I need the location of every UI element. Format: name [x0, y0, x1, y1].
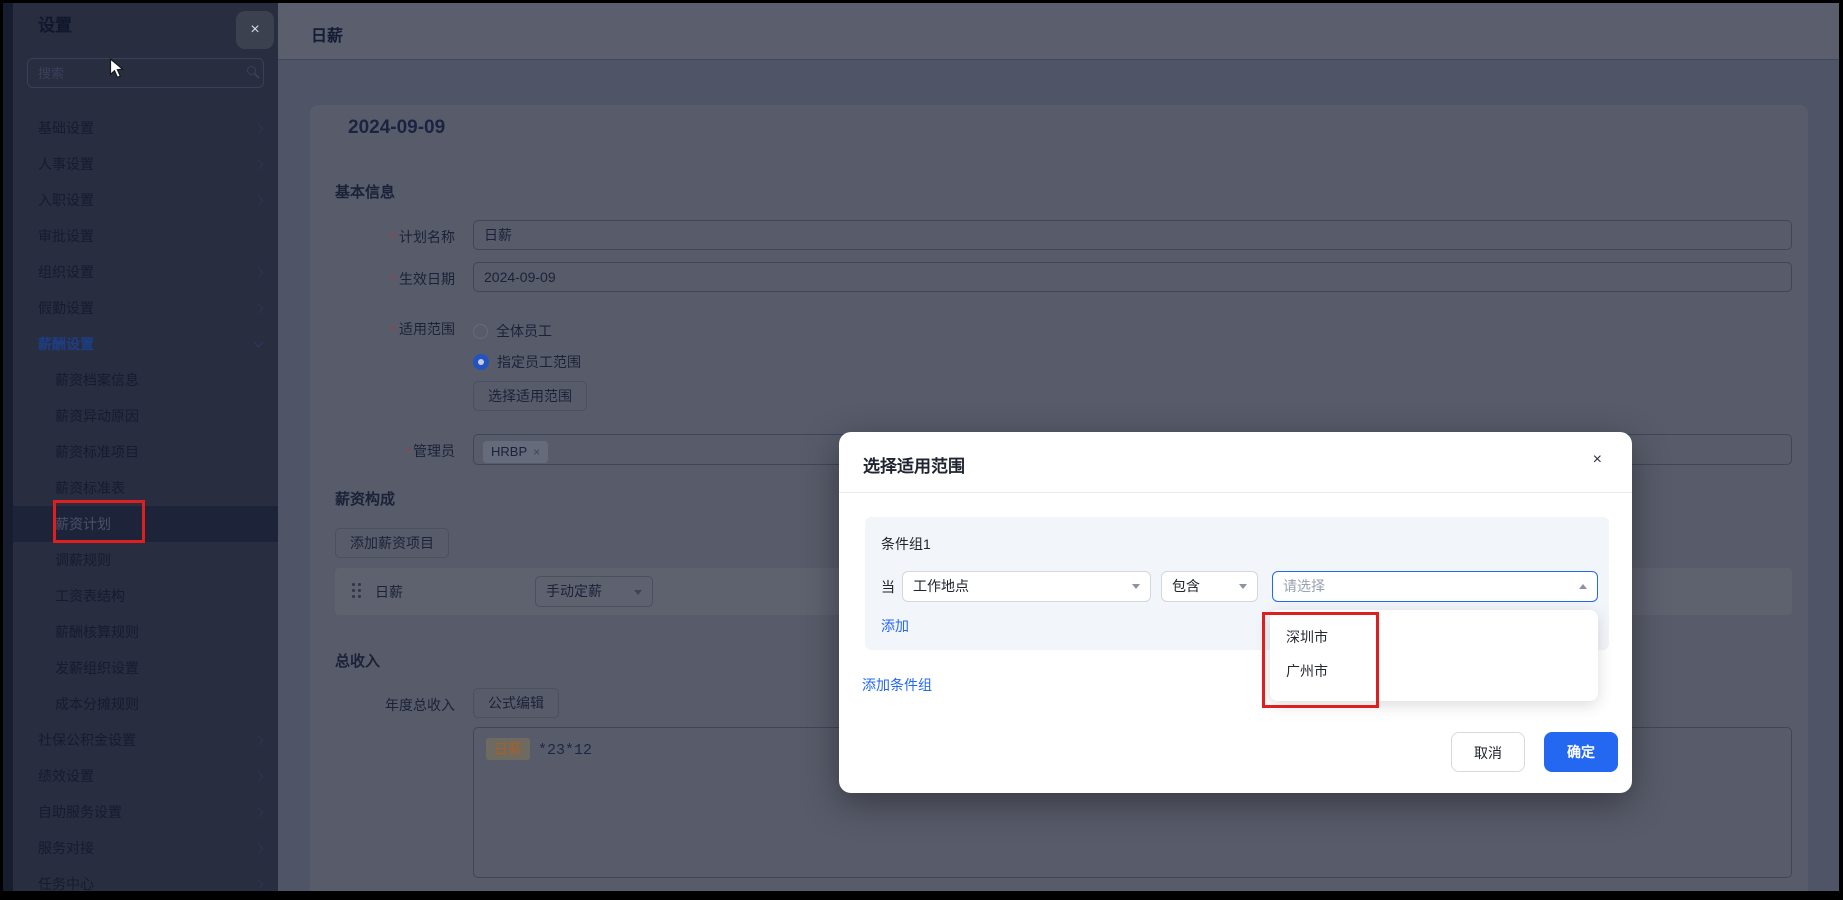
annotation-box-city-options: [1262, 612, 1379, 708]
submenu-item-salary-adjustment-rule[interactable]: 调薪规则: [13, 542, 278, 578]
form-row-scope: * 适用范围 全体员工 指定员工范围 选择适用范围: [335, 319, 1792, 411]
submenu-item-payroll-structure[interactable]: 工资表结构: [13, 578, 278, 614]
sidebar-item-onboarding-settings[interactable]: 入职设置: [13, 182, 278, 218]
admin-label: * 管理员: [404, 443, 455, 459]
chevron-right-icon: [253, 195, 264, 206]
salary-item-name: 日薪: [375, 584, 403, 600]
formula-edit-button[interactable]: 公式编辑: [473, 688, 559, 718]
settings-sidebar: 设置 × 基础设置 人事设置 入职设置 审批设置: [13, 3, 278, 891]
annual-total-label: 年度总收入: [385, 697, 455, 713]
dialog-title: 选择适用范围: [863, 457, 965, 476]
chevron-right-icon: [253, 267, 264, 278]
sidebar-item-org-settings[interactable]: 组织设置: [13, 254, 278, 290]
drag-handle-icon[interactable]: [352, 583, 355, 586]
form-row-effective-date: * 生效日期 2024-09-09: [335, 262, 1792, 292]
effective-date-label: * 生效日期: [390, 271, 455, 287]
plan-version-date: 2024-09-09: [348, 117, 446, 138]
mouse-cursor: [109, 57, 127, 85]
required-mark: *: [390, 229, 396, 245]
chevron-down-icon: [1132, 584, 1140, 589]
dialog-header-divider: [839, 492, 1632, 493]
section-total-income: 总收入: [335, 653, 381, 670]
sidebar-item-self-service-settings[interactable]: 自助服务设置: [13, 794, 278, 830]
tag-remove-icon[interactable]: ×: [533, 445, 540, 459]
required-mark: *: [404, 443, 410, 459]
cancel-button[interactable]: 取消: [1451, 732, 1525, 772]
scope-label: * 适用范围: [390, 321, 455, 337]
effective-date-input[interactable]: 2024-09-09: [473, 262, 1792, 292]
workspace: 设置 × 基础设置 人事设置 入职设置 审批设置: [3, 3, 1839, 891]
sidebar-item-compensation-settings[interactable]: 薪酬设置: [13, 326, 278, 362]
condition-group-title: 条件组1: [881, 536, 931, 552]
sidebar-item-task-center[interactable]: 任务中心: [13, 866, 278, 891]
chevron-right-icon: [253, 807, 264, 818]
when-label: 当: [881, 579, 895, 595]
submenu-item-cost-allocation-rule[interactable]: 成本分摊规则: [13, 686, 278, 722]
chevron-right-icon: [253, 843, 264, 854]
submenu-item-salary-change-reason[interactable]: 薪资异动原因: [13, 398, 278, 434]
section-basic-info: 基本信息: [335, 184, 396, 201]
search-input[interactable]: [27, 58, 264, 88]
sidebar-item-approval-settings[interactable]: 审批设置: [13, 218, 278, 254]
page-header: 日薪: [278, 3, 1839, 60]
scope-option-all[interactable]: 全体员工: [473, 319, 1792, 343]
scope-option-specified[interactable]: 指定员工范围: [473, 350, 1792, 374]
section-composition: 薪资构成: [335, 491, 396, 508]
page-title: 日薪: [311, 28, 344, 45]
add-salary-item-button[interactable]: 添加薪资项目: [335, 528, 449, 558]
chevron-right-icon: [253, 159, 264, 170]
chevron-up-icon: [1579, 584, 1587, 589]
plan-name-input[interactable]: 日薪: [473, 220, 1792, 250]
dialog-close-icon[interactable]: ×: [1593, 451, 1602, 469]
submenu-item-compensation-calc-rule[interactable]: 薪酬核算规则: [13, 614, 278, 650]
formula-expression: *23*12: [538, 742, 593, 759]
sidebar-item-performance-settings[interactable]: 绩效设置: [13, 758, 278, 794]
sidebar-item-attendance-settings[interactable]: 假勤设置: [13, 290, 278, 326]
annotation-box-salary-plan: [53, 500, 145, 543]
add-condition-link[interactable]: 添加: [881, 616, 909, 636]
admin-tag-hrbp: HRBP ×: [483, 441, 549, 463]
chevron-down-icon: [1239, 584, 1247, 589]
form-row-plan-name: * 计划名称 日薪: [335, 220, 1792, 250]
chevron-right-icon: [253, 123, 264, 134]
formula-item-tag: 日薪: [486, 738, 530, 760]
radio-unselected-icon[interactable]: [473, 324, 488, 339]
chevron-right-icon: [253, 735, 264, 746]
condition-operator-select[interactable]: 包含: [1161, 571, 1258, 602]
salary-mode-select[interactable]: 手动定薪: [535, 576, 653, 607]
submenu-item-salary-standard-item[interactable]: 薪资标准项目: [13, 434, 278, 470]
sidebar-item-social-insurance-settings[interactable]: 社保公积金设置: [13, 722, 278, 758]
left-edge-strip: [3, 3, 13, 891]
plan-name-label: * 计划名称: [390, 229, 455, 245]
sidebar-item-basic-settings[interactable]: 基础设置: [13, 110, 278, 146]
radio-selected-icon[interactable]: [473, 354, 489, 370]
sidebar-title: 设置: [38, 16, 72, 35]
submenu-item-payroll-org-settings[interactable]: 发薪组织设置: [13, 650, 278, 686]
chevron-right-icon: [253, 303, 264, 314]
required-mark: *: [390, 321, 396, 337]
select-scope-button[interactable]: 选择适用范围: [473, 381, 587, 411]
add-condition-group-link[interactable]: 添加条件组: [862, 675, 932, 695]
sidebar-close-button[interactable]: ×: [236, 11, 274, 49]
required-mark: *: [390, 271, 396, 287]
condition-value-select[interactable]: 请选择: [1272, 571, 1598, 602]
condition-field-select[interactable]: 工作地点: [902, 571, 1151, 602]
chevron-right-icon: [253, 771, 264, 782]
confirm-button[interactable]: 确定: [1544, 732, 1618, 772]
chevron-down-icon: [253, 337, 264, 348]
sidebar-item-service-integration[interactable]: 服务对接: [13, 830, 278, 866]
search-icon: [247, 66, 256, 75]
chevron-down-icon: [634, 590, 642, 595]
chevron-right-icon: [253, 879, 264, 890]
app-window: 设置 × 基础设置 人事设置 入职设置 审批设置: [0, 0, 1843, 900]
sidebar-item-hr-settings[interactable]: 人事设置: [13, 146, 278, 182]
submenu-item-salary-archive[interactable]: 薪资档案信息: [13, 362, 278, 398]
